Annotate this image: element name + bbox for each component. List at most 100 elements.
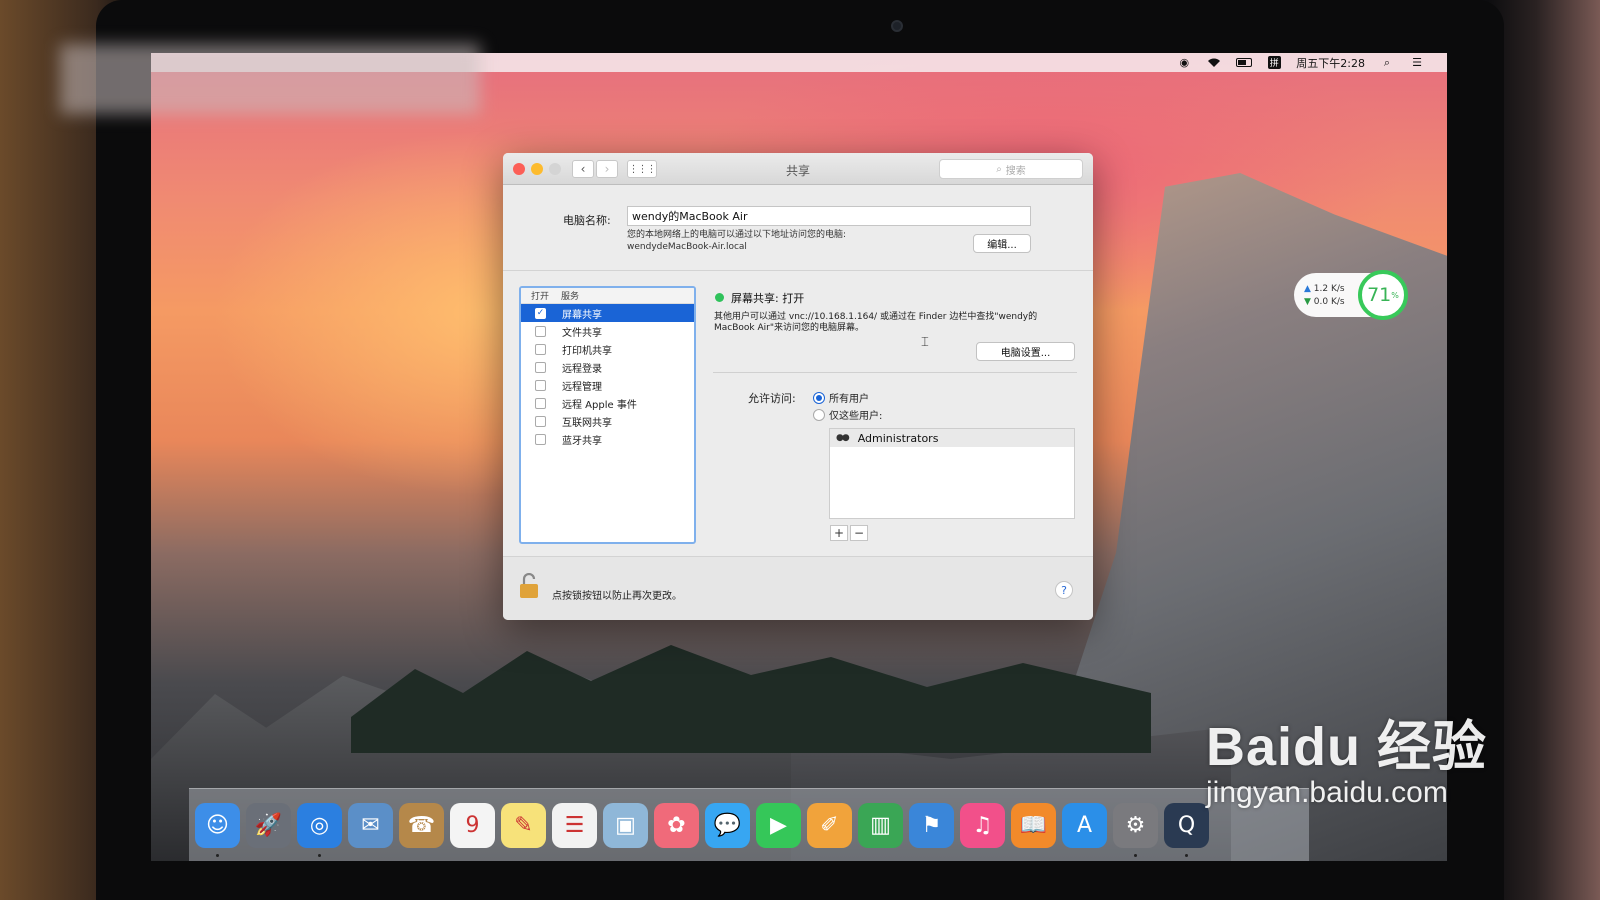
description-line: MacBook Air"来访问您的电脑屏幕。 [714,323,864,333]
service-row[interactable]: 远程 Apple 事件 [521,394,694,412]
numbers-icon[interactable]: ▥ [858,802,903,848]
allow-access-label: 允许访问: [748,392,796,405]
service-row[interactable]: 蓝牙共享 [521,430,694,448]
show-all-button[interactable]: ⋮⋮⋮ [627,160,657,178]
service-status: 屏幕共享: 打开 [731,292,805,305]
minimize-button[interactable] [531,163,543,175]
computer-name-input[interactable] [627,206,1031,226]
chevron-left-icon: ‹ [580,162,586,176]
mail-icon[interactable]: ✉ [348,802,393,848]
memory-percent: 71 [1367,284,1392,306]
system-preferences-icon[interactable]: ⚙ [1113,802,1158,857]
reminders-icon[interactable]: ☰ [552,802,597,848]
service-label: 文件共享 [562,327,602,339]
notification-center-icon[interactable]: ☰ [1409,56,1425,69]
itunes-icon[interactable]: ♫ [960,802,1005,848]
window-titlebar[interactable]: ‹ › ⋮⋮⋮ 共享 ⌕ 搜索 [503,153,1093,185]
close-button[interactable] [513,163,525,175]
service-row[interactable]: 打印机共享 [521,340,694,358]
memory-percent-unit: % [1391,290,1399,300]
status-indicator-icon [715,293,724,302]
add-user-button[interactable]: + [830,525,848,541]
finder-icon[interactable]: ☺ [195,802,240,857]
service-checkbox[interactable] [535,379,546,391]
remove-user-button[interactable]: − [850,525,868,541]
download-rate-value: 0.0 K/s [1313,296,1345,307]
wifi-icon[interactable] [1206,57,1222,69]
allowed-users-list[interactable]: ●● Administrators [829,428,1075,519]
messages-icon[interactable]: 💬 [705,802,750,848]
zoom-button[interactable] [549,163,561,175]
download-arrow-icon: ▼ [1304,296,1311,307]
launchpad-icon[interactable]: 🚀 [246,802,291,848]
radio-only-these-label: 仅这些用户: [829,411,883,422]
text-cursor-icon: ⌶ [921,335,929,350]
upload-rate: ▲ 1.2 K/s [1304,284,1345,294]
service-rows: ✓ 屏幕共享文件共享打印机共享 远程登录 远程管理 远程 Apple 事件 互联网共享蓝牙… [521,304,694,448]
header-service: 服务 [561,292,580,302]
upload-rate-value: 1.2 K/s [1313,283,1345,294]
service-row[interactable]: 远程管理 [521,376,694,394]
list-item[interactable]: ●● Administrators [830,429,1074,447]
app-store-icon[interactable]: A [1062,802,1107,848]
service-label: 打印机共享 [562,345,612,357]
facetime-icon[interactable]: ▶ [756,802,801,848]
service-checkbox[interactable]: ✓ [535,307,546,319]
pages-icon[interactable]: ✐ [807,802,852,848]
input-method-icon[interactable]: 拼 [1266,56,1282,69]
calendar-icon[interactable]: 9 [450,802,495,848]
description-line: 其他用户可以通过 vnc://10.168.1.164/ 或通过在 Finder… [714,312,1038,322]
divider [713,372,1077,373]
radio-all-users-control[interactable] [813,391,825,404]
network-monitor-widget[interactable]: ▲ 1.2 K/s ▼ 0.0 K/s 71% [1294,270,1408,320]
service-checkbox[interactable] [535,433,546,445]
safari-icon[interactable]: ◎ [297,802,342,857]
service-checkbox[interactable] [535,415,546,427]
service-row[interactable]: 文件共享 [521,322,694,340]
record-icon[interactable]: ◉ [1176,56,1192,69]
service-checkbox[interactable] [535,361,546,373]
radio-only-these-users[interactable]: 仅这些用户: [813,407,882,422]
preview-icon[interactable]: ▣ [603,802,648,848]
radio-all-users-label: 所有用户 [829,394,869,405]
services-list[interactable]: 打开 服务 ✓ 屏幕共享文件共享打印机共享 远程登录 远程管理 远程 Apple 事件互… [519,286,696,544]
service-row[interactable]: 远程登录 [521,358,694,376]
lock-icon[interactable] [519,572,539,599]
keynote-icon[interactable]: ⚑ [909,802,954,848]
download-rate: ▼ 0.0 K/s [1304,297,1345,307]
photos-icon[interactable]: ✿ [654,802,699,848]
local-address-note: 您的本地网络上的电脑可以通过以下地址访问您的电脑: wendydeMacBook… [627,229,846,253]
quicktime-icon[interactable]: Q [1164,802,1209,857]
radio-all-users[interactable]: 所有用户 [813,390,869,405]
menu-clock[interactable]: 周五下午2:28 [1296,55,1365,71]
computer-name-section: 电脑名称: 您的本地网络上的电脑可以通过以下地址访问您的电脑: wendydeM… [503,185,1093,271]
service-row[interactable]: ✓ 屏幕共享 [521,304,694,322]
baidu-watermark: Baidu 经验 jingyan.baidu.com [1206,720,1487,810]
grid-icon: ⋮⋮⋮ [628,163,657,175]
notes-icon[interactable]: ✎ [501,802,546,848]
service-checkbox[interactable] [535,397,546,409]
help-button[interactable]: ? [1055,581,1073,599]
wallpaper-forest [351,645,1151,753]
battery-icon[interactable] [1236,57,1253,69]
photo-backdrop: ◉ 拼 周五下午2:28 ⌕ ☰ ▲ 1.2 K/s ▼ 0.0 K/s 71% [0,0,1600,900]
back-button[interactable]: ‹ [572,160,594,178]
edit-button[interactable]: 编辑... [973,234,1031,253]
contacts-icon[interactable]: ☎ [399,802,444,848]
forward-button[interactable]: › [596,160,618,178]
service-checkbox[interactable] [535,343,546,355]
blurred-region [60,44,480,114]
group-icon: ●● [836,433,850,443]
header-on: 打开 [531,292,550,302]
ibooks-icon[interactable]: 📖 [1011,802,1056,848]
service-row[interactable]: 互联网共享 [521,412,694,430]
network-rates: ▲ 1.2 K/s ▼ 0.0 K/s [1304,284,1345,307]
services-list-header: 打开 服务 [521,288,694,304]
spotlight-icon[interactable]: ⌕ [1379,56,1395,69]
search-field[interactable]: ⌕ 搜索 [939,159,1083,179]
radio-only-these-control[interactable] [813,408,825,421]
computer-settings-button[interactable]: 电脑设置... [976,342,1075,361]
service-checkbox[interactable] [535,325,546,337]
dock: ☺ 🚀 ◎ ✉ ☎ 9 ✎ ☰ ▣ ✿ 💬 ▶ ✐ ▥ ⚑ ♫ 📖 A ⚙ Q [189,788,1309,861]
service-label: 蓝牙共享 [562,435,602,447]
